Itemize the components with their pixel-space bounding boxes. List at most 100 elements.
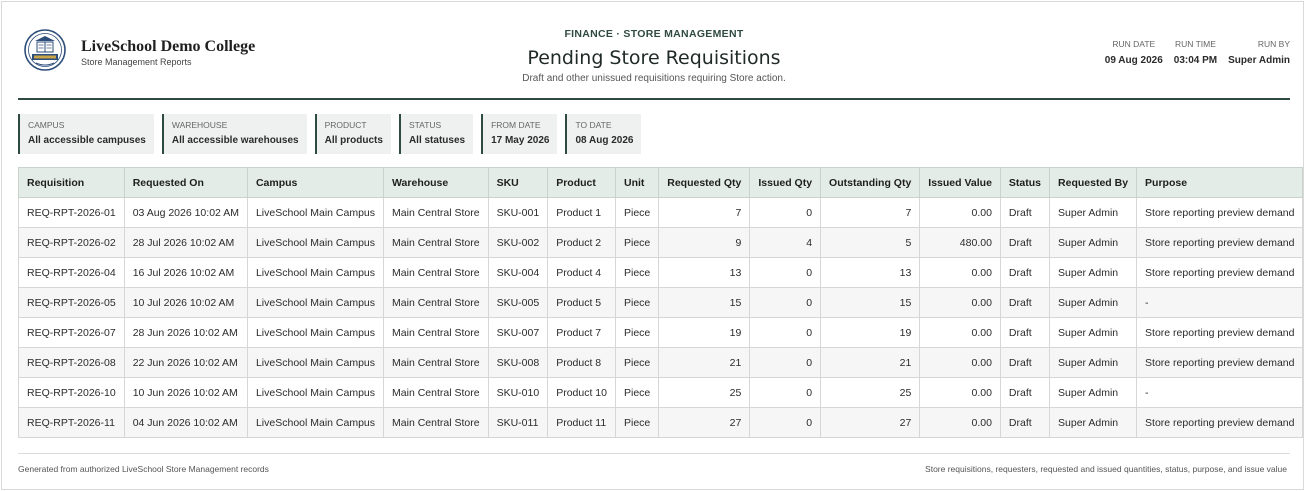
filter-warehouse: WAREHOUSE All accessible warehouses — [161, 114, 307, 154]
table-cell: 27 — [658, 407, 751, 438]
table-cell: 0 — [749, 347, 822, 378]
run-time-value: 03:04 PM — [1173, 55, 1218, 66]
table-cell: REQ-RPT-2026-02 — [18, 227, 125, 258]
table-cell: Super Admin — [1049, 197, 1138, 228]
table-cell: 0.00 — [919, 407, 1001, 438]
report-description: Draft and other unissued requisitions re… — [522, 73, 786, 84]
table-cell: 21 — [820, 347, 921, 378]
table-cell: LiveSchool Main Campus — [246, 407, 385, 438]
table-cell: Product 8 — [547, 347, 616, 378]
table-cell: Main Central Store — [383, 257, 489, 288]
table-cell: LiveSchool Main Campus — [246, 347, 385, 378]
table-cell: Store reporting preview demand — [1136, 257, 1304, 288]
table-cell: 28 Jun 2026 10:02 AM — [123, 317, 248, 348]
footer-source-note: Generated from authorized LiveSchool Sto… — [18, 464, 269, 474]
filter-label: PRODUCT — [324, 120, 367, 130]
filter-label: STATUS — [408, 120, 442, 130]
table-cell: SKU-004 — [487, 257, 549, 288]
column-header: Product — [547, 167, 616, 198]
table-cell: Main Central Store — [383, 227, 489, 258]
column-header: Requested By — [1049, 167, 1138, 198]
table-cell: Super Admin — [1049, 347, 1138, 378]
table-body: REQ-RPT-2026-01 03 Aug 2026 10:02 AM LiveS… — [18, 197, 1304, 438]
run-by: RUN BY Super Admin — [1228, 39, 1290, 66]
run-by-label: RUN BY — [1257, 39, 1290, 49]
table-cell: REQ-RPT-2026-05 — [18, 287, 125, 318]
table-cell: 0.00 — [919, 347, 1001, 378]
table-cell: - — [1136, 287, 1304, 318]
report-kicker: FINANCE · STORE MANAGEMENT — [564, 28, 744, 40]
table-cell: 03 Aug 2026 10:02 AM — [123, 197, 248, 228]
table-row: REQ-RPT-2026-02 28 Jul 2026 10:02 AM LiveS… — [18, 227, 1304, 258]
table-row: REQ-RPT-2026-04 16 Jul 2026 10:02 AM LiveS… — [18, 257, 1304, 288]
run-info: RUN DATE 09 Aug 2026 RUN TIME 03:04 PM R… — [1105, 39, 1290, 66]
table-cell: SKU-010 — [487, 377, 549, 408]
filter-value: All statuses — [408, 135, 466, 146]
table-cell: SKU-007 — [487, 317, 549, 348]
table-cell: 15 — [658, 287, 751, 318]
table-cell: Draft — [999, 257, 1051, 288]
table-cell: Draft — [999, 287, 1051, 318]
table-cell: 15 — [820, 287, 921, 318]
report-title-block: FINANCE · STORE MANAGEMENT Pending Store… — [454, 2, 854, 84]
run-date-value: 09 Aug 2026 — [1104, 55, 1163, 66]
table-cell: Product 7 — [547, 317, 616, 348]
table-cell: Main Central Store — [383, 347, 489, 378]
table-cell: 0.00 — [919, 257, 1001, 288]
table-cell: Draft — [999, 377, 1051, 408]
table-cell: LiveSchool Main Campus — [246, 287, 385, 318]
run-by-value: Super Admin — [1228, 55, 1290, 66]
table-cell: 7 — [658, 197, 751, 228]
table-cell: SKU-008 — [487, 347, 549, 378]
column-header: Warehouse — [383, 167, 489, 198]
table-cell: Store reporting preview demand — [1136, 197, 1304, 228]
table-cell: 0 — [749, 197, 822, 228]
table-cell: Super Admin — [1049, 287, 1138, 318]
table-cell: 7 — [820, 197, 921, 228]
column-header: Issued Value — [919, 167, 1001, 198]
table-cell: Draft — [999, 317, 1051, 348]
college-crest-logo — [24, 29, 66, 71]
table-cell: SKU-002 — [487, 227, 549, 258]
table-cell: Piece — [614, 287, 660, 318]
table-cell: 10 Jun 2026 10:02 AM — [123, 377, 248, 408]
column-header: Campus — [246, 167, 385, 198]
table-row: REQ-RPT-2026-05 10 Jul 2026 10:02 AM LiveS… — [18, 287, 1304, 318]
table-cell: SKU-011 — [487, 407, 549, 438]
page-title: Pending Store Requisitions — [527, 47, 781, 69]
table-cell: Main Central Store — [383, 407, 489, 438]
table-cell: 0 — [749, 257, 822, 288]
table-cell: 19 — [658, 317, 751, 348]
table-cell: 25 — [820, 377, 921, 408]
table-cell: Store reporting preview demand — [1136, 317, 1304, 348]
filter-label: CAMPUS — [28, 120, 65, 130]
table-cell: Store reporting preview demand — [1136, 347, 1304, 378]
table-cell: 19 — [820, 317, 921, 348]
table-cell: Super Admin — [1049, 317, 1138, 348]
footer-divider — [18, 453, 1290, 454]
table-cell: Super Admin — [1049, 257, 1138, 288]
table-cell: LiveSchool Main Campus — [246, 197, 385, 228]
table-cell: Store reporting preview demand — [1136, 407, 1304, 438]
table-cell: Super Admin — [1049, 407, 1138, 438]
run-date-label: RUN DATE — [1112, 39, 1156, 49]
table-cell: REQ-RPT-2026-10 — [18, 377, 125, 408]
column-header: Requested On — [123, 167, 248, 198]
filter-value: All accessible campuses — [28, 135, 146, 146]
table-row: REQ-RPT-2026-01 03 Aug 2026 10:02 AM LiveS… — [18, 197, 1304, 228]
table-cell: Piece — [614, 227, 660, 258]
table-cell: Draft — [999, 197, 1051, 228]
table-cell: SKU-001 — [487, 197, 549, 228]
column-header: Purpose — [1136, 167, 1304, 198]
table-cell: Draft — [999, 347, 1051, 378]
table-cell: 13 — [658, 257, 751, 288]
table-cell: 0.00 — [919, 317, 1001, 348]
table-cell: 16 Jul 2026 10:02 AM — [123, 257, 248, 288]
filter-status: STATUS All statuses — [398, 114, 474, 154]
filter-campus: CAMPUS All accessible campuses — [18, 114, 154, 154]
table-cell: REQ-RPT-2026-04 — [18, 257, 125, 288]
table-row: REQ-RPT-2026-07 28 Jun 2026 10:02 AM LiveS… — [18, 317, 1304, 348]
filter-to-date: TO DATE 08 Aug 2026 — [565, 114, 642, 154]
table-cell: Piece — [614, 407, 660, 438]
table-cell: Super Admin — [1049, 227, 1138, 258]
